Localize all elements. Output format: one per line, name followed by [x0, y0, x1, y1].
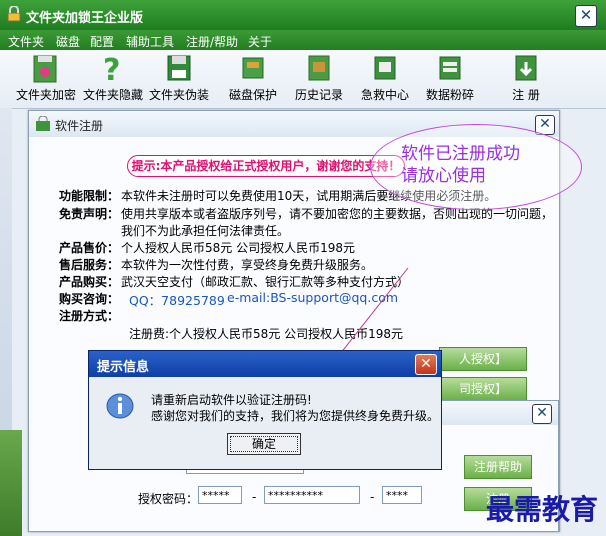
register-help-button[interactable]: 注册帮助 [464, 455, 532, 479]
auth-code-label: 授权密码： [138, 492, 199, 506]
message-line-1: 请重新启动软件以验证注册码! [151, 393, 312, 407]
auth-code-field-1[interactable]: ***** [198, 486, 242, 504]
info-icon [106, 393, 134, 419]
register-code-close-button[interactable]: ✕ [532, 404, 552, 424]
message-titlebar: 提示信息 ✕ [89, 351, 441, 377]
message-close-button[interactable]: ✕ [415, 354, 437, 375]
info-message-box: 提示信息 ✕ 请重新启动软件以验证注册码! 感谢您对我们的支持，我们将为您提供终… [88, 350, 442, 470]
message-line-2: 感谢您对我们的支持，我们将为您提供终身免费升级。 [151, 409, 440, 423]
dash-1: - [252, 490, 257, 504]
watermark: 最需教育 [486, 493, 599, 526]
auth-code-field-3[interactable]: **** [382, 486, 422, 504]
auth-code-field-2[interactable]: ********** [264, 486, 360, 504]
ok-button[interactable]: 确定 [227, 433, 301, 455]
dash-2: - [370, 490, 375, 504]
message-title: 提示信息 [97, 360, 150, 375]
